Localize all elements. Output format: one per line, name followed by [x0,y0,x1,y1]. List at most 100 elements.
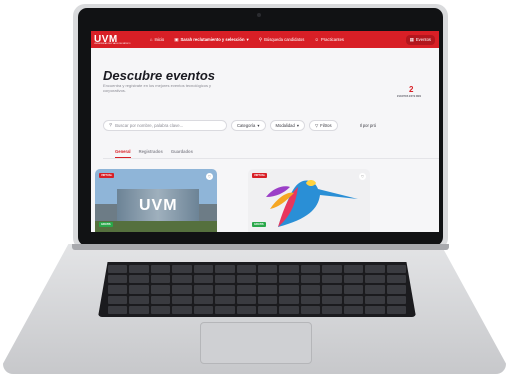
keyboard-key [129,305,149,314]
keyboard-key [279,285,299,294]
event-tabs: General Registrados Guardados [115,149,193,158]
virtual-badge: VIRTUAL [99,173,115,178]
keyboard-key [193,295,214,304]
keyboard-key [279,275,299,284]
keyboard-key [322,295,342,304]
keyboard-key [279,305,299,314]
keyboard-key [172,275,192,284]
building-sign: UVM [139,197,178,214]
nav-item-inicio[interactable]: ⌂ Inicio [150,37,165,42]
nav-item-busqueda[interactable]: ⚲ Búsqueda candidatos [259,37,305,43]
sort-select[interactable]: Il por pró [360,123,377,128]
keyboard-key [236,285,256,294]
user-search-icon: ⚲ [258,36,263,42]
keyboard-key [172,265,192,274]
filter-icon: ▽ [314,122,319,128]
page-subtitle: Encuentra y regístrate en los mejores ev… [103,83,212,93]
keyboard-key [258,295,278,304]
keyboard-key [150,275,171,284]
keyboard-key [150,285,171,294]
keyboard [98,262,416,317]
keyboard-key [365,295,385,304]
keyboard-key [193,285,214,294]
keyboard-key [215,265,235,274]
keyboard-key [215,285,235,294]
top-navbar: UVM UNIVERSIDAD DEL VALLE DE MÉXICO ⌂ In… [91,31,439,48]
keyboard-key [108,285,128,294]
keyboard-key [258,265,278,274]
events-count: 2 [409,85,414,94]
tab-general[interactable]: General [115,149,131,158]
keyboard-key [386,265,406,274]
keyboard-key [236,295,256,304]
filter-toolbar: ⚲ Buscar por nombre, palabra clave... Ca… [103,119,439,131]
logo-subtitle: UNIVERSIDAD DEL VALLE DE MÉXICO [94,43,131,45]
keyboard-key [365,285,385,294]
keyboard-key [365,265,385,274]
keyboard-key [300,265,321,274]
keyboard-key [129,285,149,294]
keyboard-key [150,265,171,274]
category-select[interactable]: Categoría ▾ [231,119,266,131]
keyboard-key [193,265,214,274]
keyboard-key [193,305,214,314]
keyboard-key [172,295,192,304]
keyboard-key [343,265,364,274]
keyboard-key [129,265,149,274]
keyboard-key [365,275,385,284]
nav-item-eventos[interactable]: ▦ Eventos [405,34,435,45]
tabs-divider [103,158,439,159]
keyboard-key [322,265,342,274]
keyboard-key [129,295,149,304]
keyboard-key [343,295,364,304]
keyboard-key [215,275,235,284]
keyboard-key [322,275,342,284]
heart-icon[interactable]: ♡ [359,173,366,180]
keyboard-key [172,305,192,314]
keyboard-key [236,275,256,284]
app-screen: UVM UNIVERSIDAD DEL VALLE DE MÉXICO ⌂ In… [91,31,439,232]
event-card[interactable]: VIRTUAL ♡ GRATIS [248,169,370,232]
laptop-hinge [72,244,449,250]
events-count-label: EVENTOS ESTE MES [397,95,422,98]
keyboard-key [300,295,321,304]
keyboard-key [129,275,149,284]
page-title: Descubre eventos [103,68,215,83]
keyboard-key [343,305,364,314]
keyboard-key [150,305,171,314]
keyboard-key [343,275,364,284]
home-icon: ⌂ [149,37,153,42]
filters-button[interactable]: ▽ Filtros [308,119,338,131]
free-badge: GRATIS [252,222,266,227]
keyboard-key [300,305,321,314]
nav-item-practicantes[interactable]: ☺ Practicantes [314,37,344,42]
nav-item-company[interactable]: ▣ Sarah reclutamiento y selección ▾ [174,37,249,43]
users-icon: ☺ [314,37,319,42]
keyboard-key [215,305,235,314]
keyboard-key [322,305,342,314]
keyboard-key [300,275,321,284]
trackpad [200,322,312,364]
event-card[interactable]: UVM VIRTUAL ♡ GRATIS [95,169,217,232]
keyboard-key [150,295,171,304]
calendar-icon: ▦ [409,36,414,42]
keyboard-key [279,295,299,304]
ground-image [95,221,217,232]
free-badge: GRATIS [99,222,113,227]
tab-guardados[interactable]: Guardados [171,149,193,158]
search-input[interactable]: ⚲ Buscar por nombre, palabra clave... [103,119,227,131]
tab-registrados[interactable]: Registrados [139,149,163,158]
modality-select[interactable]: Modalidad ▾ [269,119,305,131]
keyboard-key [193,275,214,284]
building-icon: ▣ [174,36,179,42]
keyboard-key [108,305,128,314]
hummingbird-illustration [266,180,358,227]
camera-icon [257,13,261,17]
keyboard-key [386,305,406,314]
keyboard-key [108,295,128,304]
keyboard-key [172,285,192,294]
keyboard-key [108,275,128,284]
chevron-down-icon: ▾ [257,122,260,128]
search-icon: ⚲ [109,122,113,127]
heart-icon[interactable]: ♡ [206,173,213,180]
